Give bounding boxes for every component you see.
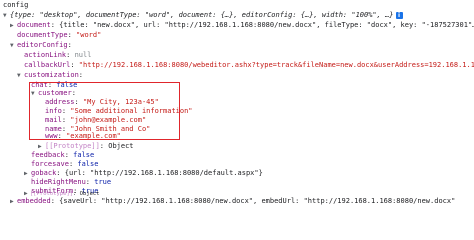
property-value: null (74, 51, 92, 59)
property-row-www: www: "example.com" (45, 132, 121, 140)
property-row-embedded[interactable]: ▶ embedded: {saveUrl: "http://192.168.1.1… (10, 196, 474, 206)
property-key: editorConfig (17, 41, 68, 49)
property-value: {url: "http://192.168.1.168:8080/default… (64, 169, 263, 177)
property-value: {saveUrl: "http://192.168.1.168:8080/new… (59, 197, 456, 205)
property-key: www (45, 132, 58, 140)
property-row-editorConfig[interactable]: ▼ editorConfig: (10, 40, 474, 50)
property-key: goback (31, 169, 57, 177)
property-key: forcesave (31, 160, 69, 168)
property-key: document (17, 21, 51, 29)
info-icon[interactable]: i (395, 11, 403, 19)
property-row-callbackUrl: callbackUrl: "http://192.168.1.168:8080/… (24, 60, 474, 70)
property-key: actionLink (24, 51, 67, 59)
property-key: address (45, 98, 75, 106)
property-value: "Some additional information" (70, 107, 193, 115)
property-key: [[Prototype]] (30, 191, 74, 197)
property-key: customization (24, 71, 79, 79)
property-value: "john@example.com" (70, 116, 147, 124)
root-object-row[interactable]: ▼ {type: "desktop", documentType: "word",… (3, 10, 474, 20)
property-row-prototype-2[interactable]: ▶ [[Prototype]]: Object (24, 191, 474, 197)
property-key: [[Prototype]] (45, 142, 100, 150)
property-row-document[interactable]: ▶ document: {title: "new.docx", url: "htt… (10, 20, 474, 30)
console-log-line: config (3, 0, 474, 10)
property-value: Object (108, 142, 134, 150)
property-value: false (77, 160, 99, 168)
collapse-arrow-icon[interactable]: ▼ (17, 71, 24, 80)
collapse-arrow-icon[interactable]: ▼ (31, 89, 38, 98)
property-value: true (94, 178, 112, 186)
property-value: "word" (76, 31, 102, 39)
property-value: "My City, 123a-45" (82, 98, 159, 106)
property-key: customer (38, 89, 72, 97)
property-value: {title: "new.docx", url: "http://192.168… (59, 21, 474, 29)
property-row-documentType: documentType: "word" (17, 31, 102, 39)
collapse-arrow-icon[interactable]: ▼ (3, 11, 10, 20)
property-key: info (45, 107, 62, 115)
property-key: hideRightMenu (31, 178, 86, 186)
expand-arrow-icon[interactable]: ▶ (24, 169, 31, 178)
property-value: false (73, 151, 95, 159)
log-label: config (3, 1, 29, 9)
expand-arrow-icon[interactable]: ▶ (10, 21, 17, 30)
property-row-customization[interactable]: ▼ customization: (17, 70, 474, 80)
expand-arrow-icon[interactable]: ▶ (10, 197, 17, 206)
property-key: feedback (31, 151, 65, 159)
property-key: callbackUrl (24, 61, 71, 69)
property-key: documentType (17, 31, 68, 39)
object-summary: {type: "desktop", documentType: "word", … (10, 11, 394, 19)
collapse-arrow-icon[interactable]: ▼ (10, 41, 17, 50)
property-value: "http://192.168.1.168:8080/webeditor.ash… (78, 61, 474, 69)
property-key: embedded (17, 197, 51, 205)
property-value: "example.com" (66, 132, 121, 140)
property-row-actionLink: actionLink: null (24, 51, 92, 59)
property-key: mail (45, 116, 62, 124)
property-value: Object (79, 191, 100, 197)
